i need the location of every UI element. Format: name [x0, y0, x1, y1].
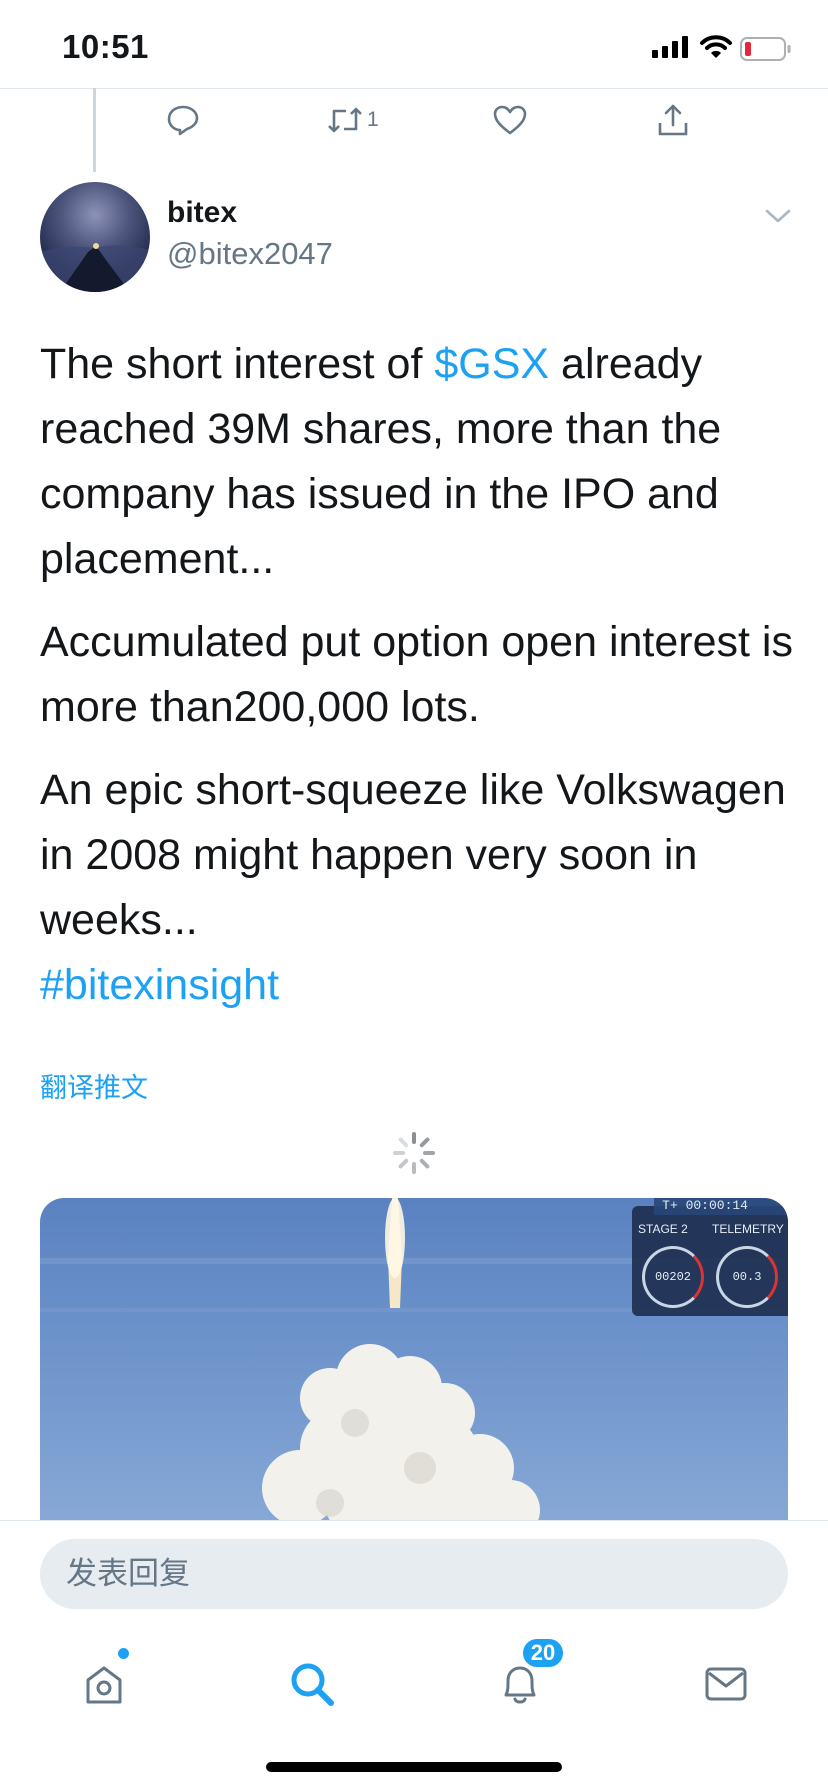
- telemetry-label: TELEMETRY: [712, 1222, 784, 1236]
- tweet-text: The short interest of $GSX already reach…: [40, 332, 800, 1036]
- speed-gauge: 00202: [642, 1246, 704, 1308]
- tab-home[interactable]: [74, 1654, 134, 1714]
- retweet-icon: [328, 107, 362, 133]
- spinner-icon: [393, 1132, 435, 1174]
- reply-bar: [0, 1520, 828, 1619]
- mission-timer: T+ 00:00:14: [654, 1198, 788, 1215]
- home-unread-dot: [116, 1646, 131, 1661]
- tweet-paragraph: Accumulated put option open interest is …: [40, 618, 793, 731]
- tab-messages[interactable]: [696, 1654, 756, 1714]
- home-indicator: [266, 1762, 562, 1772]
- avatar-mountain-image: [40, 243, 150, 292]
- reply-input[interactable]: [40, 1539, 788, 1609]
- telemetry-overlay: T+ 00:00:14 STAGE 2 TELEMETRY 00202 00.3: [632, 1198, 788, 1316]
- wifi-icon: [700, 35, 732, 58]
- altitude-gauge: 00.3: [716, 1246, 778, 1308]
- notifications-badge: 20: [520, 1636, 566, 1670]
- retweet-button[interactable]: 1: [326, 102, 379, 138]
- avatar[interactable]: [40, 182, 150, 292]
- status-time: 10:51: [62, 28, 149, 65]
- share-button[interactable]: [656, 102, 690, 138]
- tab-search[interactable]: [282, 1654, 342, 1714]
- cellular-signal-icon: [652, 36, 688, 58]
- share-icon: [658, 104, 688, 136]
- like-icon: [493, 105, 527, 135]
- battery-icon: [740, 37, 791, 61]
- tweet-video[interactable]: T+ 00:00:14 STAGE 2 TELEMETRY 00202 00.3: [40, 1198, 788, 1520]
- search-icon: [291, 1663, 334, 1706]
- reply-icon: [167, 105, 199, 136]
- retweet-count: 1: [367, 108, 379, 131]
- tweet-paragraph: An epic short-squeeze like Volkswagen in…: [40, 766, 786, 1009]
- stage-label: STAGE 2: [638, 1222, 688, 1236]
- tab-bar: 20: [0, 1618, 828, 1738]
- tweet-paragraph: The short interest of $GSX already reach…: [40, 340, 722, 583]
- cashtag-link[interactable]: $GSX: [434, 340, 549, 388]
- display-name[interactable]: bitex: [167, 196, 237, 230]
- translate-tweet-link[interactable]: 翻译推文: [40, 1066, 148, 1105]
- status-bar: 10:51: [0, 0, 828, 89]
- like-button[interactable]: [492, 102, 528, 138]
- chevron-down-icon[interactable]: [764, 206, 792, 226]
- thread-line: [93, 88, 96, 172]
- user-handle[interactable]: @bitex2047: [167, 236, 333, 272]
- mail-icon: [705, 1667, 747, 1701]
- hashtag-link[interactable]: #bitexinsight: [40, 961, 279, 1009]
- home-icon: [86, 1666, 122, 1704]
- reply-button[interactable]: [166, 102, 200, 138]
